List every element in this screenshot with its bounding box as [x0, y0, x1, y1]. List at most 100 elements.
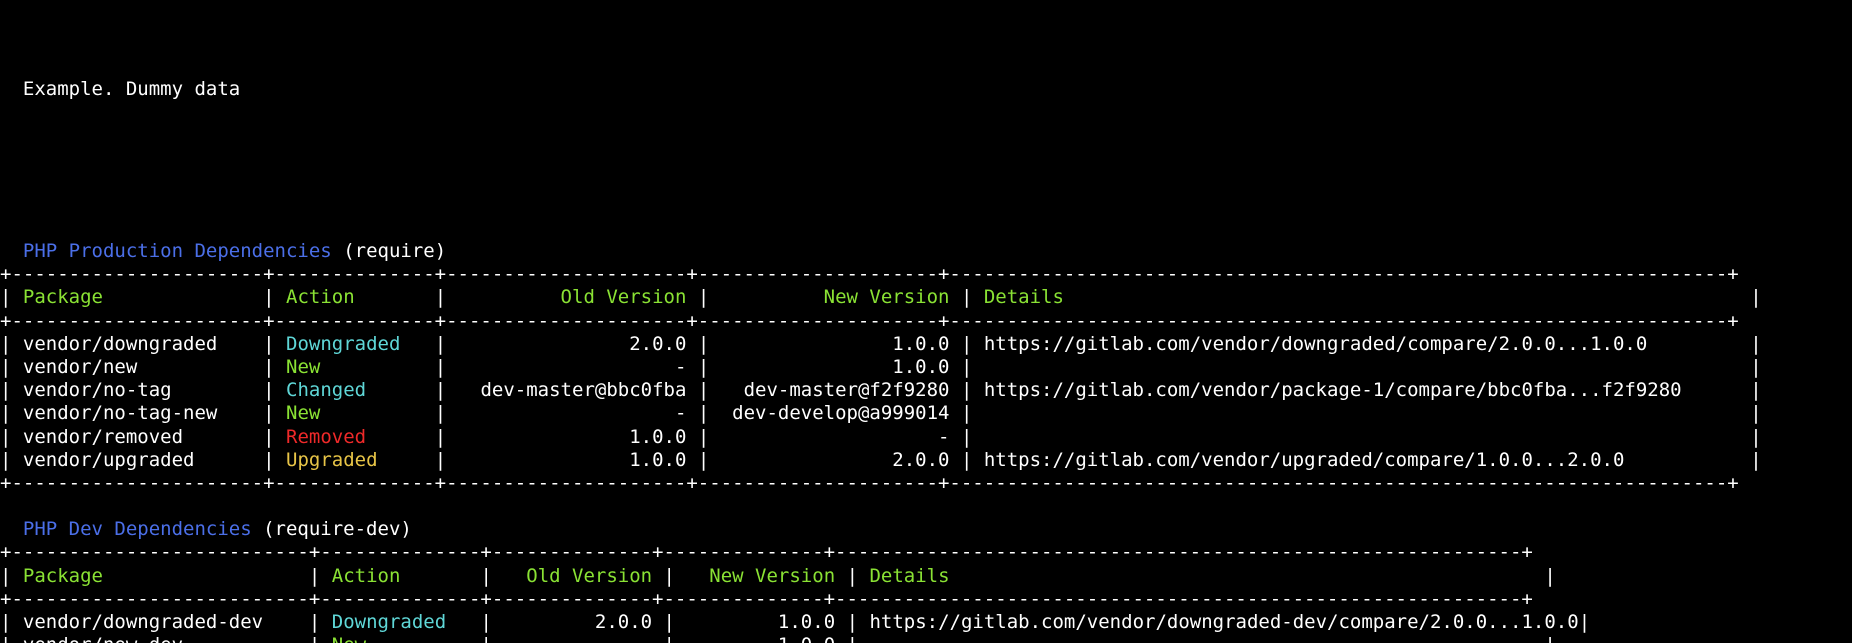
cell-new-version: 1.0.0	[720, 332, 961, 355]
cell-divider: |	[263, 448, 286, 471]
ascii-rule: +--------------------------+------------…	[0, 541, 1533, 564]
table-rule-mid: +--------------------------+------------…	[0, 588, 1852, 611]
cell-divider: |	[960, 448, 984, 471]
cell-action: Upgraded	[286, 448, 435, 471]
table-rule-bottom: +----------------------+--------------+-…	[0, 472, 1852, 495]
section-heading-name: PHP Dev Dependencies	[22, 518, 252, 541]
cell-package: vendor/removed	[22, 425, 264, 448]
table-row: | vendor/removed | Removed | 1.0.0 | - |…	[0, 426, 1852, 449]
cell-divider: |	[664, 634, 687, 643]
cell-divider: |	[1750, 379, 1762, 402]
cell-divider: |	[846, 564, 870, 587]
cell-divider: |	[1750, 448, 1762, 471]
cell-old-version: -	[457, 402, 698, 425]
cell-divider: |	[480, 634, 503, 643]
cell-divider: |	[0, 564, 23, 587]
table-rule-mid: +----------------------+--------------+-…	[0, 310, 1852, 333]
cell-divider: |	[308, 611, 332, 633]
cell-details: https://gitlab.com/vendor/package-1/comp…	[983, 379, 1751, 402]
cell-divider: |	[0, 379, 23, 402]
cell-divider: |	[0, 286, 23, 309]
column-header-action: Action	[286, 286, 435, 309]
cell-old-version: 2.0.0	[503, 611, 664, 633]
cell-divider: |	[1544, 634, 1555, 643]
ascii-rule: +----------------------+--------------+-…	[0, 471, 1739, 494]
cell-divider: |	[263, 286, 286, 309]
cell-package: vendor/no-tag-new	[22, 402, 264, 425]
table-row: | vendor/new-dev | New | - | 1.0.0 | |	[0, 634, 1852, 643]
cell-divider: |	[434, 425, 458, 448]
cell-package: vendor/downgraded-dev	[22, 611, 309, 633]
cell-old-version: 1.0.0	[457, 425, 698, 448]
table-row: | vendor/downgraded | Downgraded | 2.0.0…	[0, 333, 1852, 356]
cell-action: Downgraded	[331, 611, 481, 633]
cell-divider: |	[1750, 332, 1762, 355]
ascii-rule: +----------------------+--------------+-…	[0, 263, 1739, 286]
table-row: | vendor/no-tag-new | New | - | dev-deve…	[0, 402, 1852, 425]
cell-divider: |	[0, 402, 23, 425]
cell-divider: |	[263, 332, 286, 355]
cell-divider: |	[434, 286, 458, 309]
cell-action: New	[286, 402, 435, 425]
sections-container: PHP Production Dependencies (require) +--…	[0, 240, 1852, 643]
cell-divider: |	[434, 448, 458, 471]
page-title: Example. Dummy data	[0, 77, 241, 100]
cell-old-version: 2.0.0	[457, 332, 698, 355]
section-heading-suffix: (require-dev)	[251, 518, 412, 541]
cell-action: Downgraded	[286, 332, 435, 355]
cell-details: https://gitlab.com/vendor/downgraded-dev…	[869, 611, 1579, 633]
ascii-rule: +--------------------------+------------…	[0, 587, 1533, 610]
cell-divider: |	[0, 425, 23, 448]
cell-package: vendor/downgraded	[22, 332, 264, 355]
cell-details: https://gitlab.com/vendor/downgraded/com…	[983, 332, 1751, 355]
cell-divider: |	[0, 355, 23, 378]
column-header-package: Package	[22, 564, 309, 587]
cell-divider: |	[697, 425, 721, 448]
cell-divider: |	[960, 332, 984, 355]
column-header-action: Action	[331, 564, 481, 587]
cell-divider: |	[697, 286, 721, 309]
cell-divider: |	[697, 332, 721, 355]
cell-divider: |	[846, 611, 870, 633]
cell-new-version: 1.0.0	[686, 611, 847, 633]
table-rule-top: +--------------------------+------------…	[0, 541, 1852, 564]
section-heading: PHP Production Dependencies (require)	[0, 240, 1852, 263]
cell-divider: |	[1578, 611, 1591, 633]
cell-package: vendor/upgraded	[22, 448, 264, 471]
ascii-rule: +----------------------+--------------+-…	[0, 309, 1739, 332]
cell-divider: |	[309, 634, 332, 643]
section-heading: PHP Dev Dependencies (require-dev)	[0, 518, 1852, 541]
cell-divider: |	[960, 425, 984, 448]
cell-divider: |	[480, 611, 504, 633]
cell-details	[984, 356, 1750, 378]
cell-divider: |	[263, 402, 286, 425]
column-header-details: Details	[983, 286, 1751, 309]
cell-package: vendor/no-tag	[22, 379, 264, 402]
cell-divider: |	[697, 402, 721, 425]
column-header-old-version: Old Version	[503, 564, 664, 587]
cell-old-version: -	[503, 634, 663, 643]
cell-new-version: 1.0.0	[686, 634, 846, 643]
table-row: | vendor/downgraded-dev | Downgraded | 2…	[0, 611, 1852, 634]
section-heading-name: PHP Production Dependencies	[22, 240, 332, 262]
cell-new-version: dev-develop@a999014	[720, 402, 961, 425]
table-row: | vendor/no-tag | Changed | dev-master@b…	[0, 379, 1852, 402]
cell-divider: |	[263, 355, 286, 378]
terminal-output: Example. Dummy data PHP Production Depen…	[0, 0, 1852, 643]
cell-divider: |	[697, 355, 721, 378]
cell-old-version: 1.0.0	[457, 448, 698, 471]
column-header-old-version: Old Version	[457, 286, 698, 309]
cell-divider: |	[960, 379, 984, 402]
cell-divider: |	[697, 379, 721, 402]
cell-divider: |	[0, 332, 23, 355]
cell-old-version: -	[457, 355, 698, 378]
table-row: | vendor/new | New | - | 1.0.0 | |	[0, 356, 1852, 379]
cell-action: Changed	[286, 379, 435, 402]
cell-package: vendor/new	[22, 355, 264, 378]
cell-divider: |	[960, 355, 984, 378]
cell-divider: |	[480, 564, 504, 587]
table-row: | vendor/upgraded | Upgraded | 1.0.0 | 2…	[0, 449, 1852, 472]
section-heading-suffix: (require)	[331, 240, 447, 262]
cell-new-version: 1.0.0	[720, 355, 961, 378]
